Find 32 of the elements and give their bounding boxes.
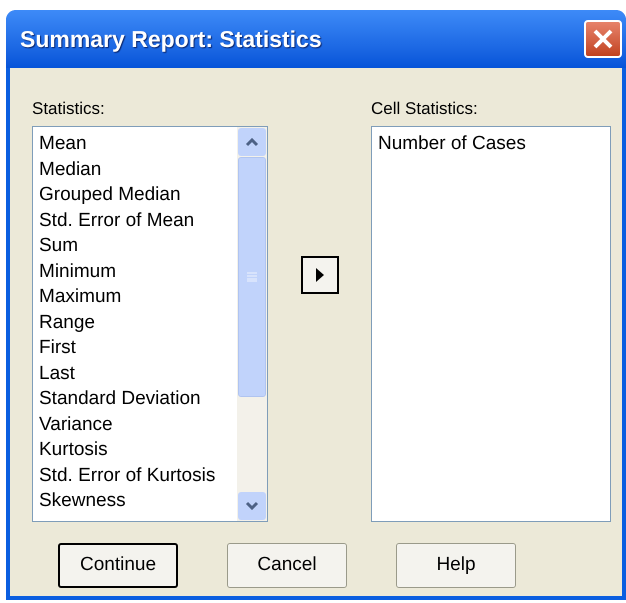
scroll-up-button[interactable] bbox=[238, 128, 266, 156]
list-item[interactable]: Std. Error of Mean bbox=[39, 208, 237, 233]
list-label: Cell Statistics: bbox=[371, 98, 479, 120]
scrollbar[interactable] bbox=[237, 127, 267, 521]
list-item[interactable]: Median bbox=[39, 156, 237, 182]
move-right-button[interactable] bbox=[300, 256, 338, 294]
list-item[interactable]: Standard Deviation bbox=[39, 386, 237, 412]
close-button[interactable] bbox=[584, 20, 622, 58]
list-item[interactable]: Skewness bbox=[39, 488, 237, 514]
dialog-button[interactable]: Continue bbox=[58, 543, 178, 588]
scroll-thumb[interactable] bbox=[238, 157, 266, 397]
list-item[interactable]: Sum bbox=[39, 233, 237, 258]
list-item[interactable]: Last bbox=[39, 360, 237, 386]
list-item[interactable]: Std. Error of Kurtosis bbox=[39, 462, 237, 488]
scroll-down-button[interactable] bbox=[238, 492, 266, 520]
list-item[interactable]: Range bbox=[39, 310, 237, 335]
close-icon bbox=[592, 28, 614, 50]
cell-statistics-list[interactable]: Number of Cases bbox=[371, 126, 611, 522]
list-item[interactable]: Grouped Median bbox=[39, 182, 237, 208]
list-item[interactable]: First bbox=[39, 335, 237, 360]
list-item[interactable]: Minimum bbox=[39, 258, 237, 284]
dialog-button[interactable]: Cancel bbox=[227, 543, 347, 588]
list-item[interactable]: Variance bbox=[39, 412, 237, 437]
list-item[interactable]: Number of Cases bbox=[378, 131, 610, 156]
list-item[interactable]: Kurtosis bbox=[39, 437, 237, 462]
list-item[interactable]: Maximum bbox=[39, 284, 237, 310]
grip-icon bbox=[246, 272, 258, 282]
window-title: Summary Report: Statistics bbox=[20, 24, 322, 54]
dialog-button[interactable]: Help bbox=[396, 543, 516, 588]
list-label: Statistics: bbox=[32, 98, 106, 120]
right-triangle-icon bbox=[314, 267, 324, 283]
list-item[interactable]: Mean bbox=[39, 131, 237, 156]
